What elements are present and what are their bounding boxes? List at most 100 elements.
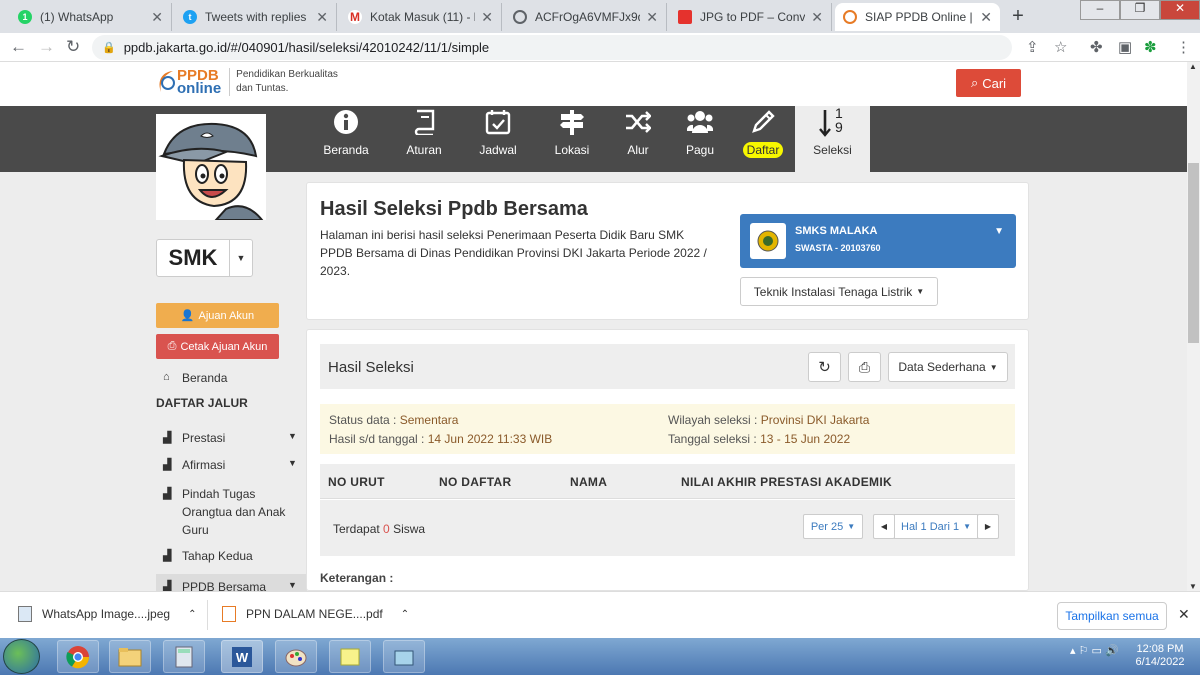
column-no-urut[interactable]: NO URUT bbox=[328, 475, 385, 489]
explorer-taskbar-icon[interactable] bbox=[109, 640, 151, 673]
sidebar-item-tahap-kedua[interactable]: ▟ Tahap Kedua bbox=[163, 549, 253, 563]
sidepanel-icon[interactable]: ▣ bbox=[1118, 38, 1132, 56]
show-all-downloads-button[interactable]: Tampilkan semua bbox=[1057, 602, 1167, 630]
url-input[interactable]: 🔒 ppdb.jakarta.go.id/#/040901/hasil/sele… bbox=[92, 35, 1012, 60]
sidebar-item-beranda[interactable]: ⌂ Beranda bbox=[163, 371, 227, 385]
new-tab-button[interactable]: + bbox=[1006, 5, 1030, 29]
window-controls: – ❐ ✕ bbox=[1080, 0, 1200, 20]
refresh-button[interactable]: ↻ bbox=[808, 352, 841, 382]
sort-numeric-icon bbox=[819, 110, 831, 137]
tab-acfr[interactable]: ACFrOgA6VMFJx9dzFN✕ bbox=[505, 3, 667, 31]
caret-down-icon: ▼ bbox=[288, 580, 297, 590]
app-taskbar-icon[interactable] bbox=[383, 640, 425, 673]
chevron-up-icon[interactable]: ⌃ bbox=[401, 609, 409, 620]
sidebar-item-prestasi[interactable]: ▟ Prestasi ▼ bbox=[163, 431, 297, 445]
close-icon[interactable]: ✕ bbox=[811, 9, 823, 26]
school-selector[interactable]: SMKS MALAKA SWASTA - 20103760 ▼ bbox=[740, 214, 1016, 268]
close-icon[interactable]: ✕ bbox=[1178, 606, 1190, 623]
calculator-taskbar-icon[interactable] bbox=[163, 640, 205, 673]
sticky-notes-taskbar-icon[interactable] bbox=[329, 640, 371, 673]
search-button[interactable]: ⌕ Cari bbox=[956, 69, 1021, 97]
nav-aturan[interactable]: Aturan bbox=[389, 106, 459, 172]
sidebar-item-pindah-tugas[interactable]: ▟ Pindah Tugas Orangtua dan Anak Guru bbox=[163, 485, 290, 539]
clock[interactable]: 12:08 PM 6/14/2022 bbox=[1130, 643, 1190, 669]
sidebar-item-ppdb-bersama[interactable]: ▟ PPDB Bersama ▼ bbox=[163, 580, 297, 591]
paint-taskbar-icon[interactable] bbox=[275, 640, 317, 673]
caret-down-icon: ▼ bbox=[288, 431, 297, 441]
close-icon[interactable]: ✕ bbox=[151, 9, 163, 26]
tab-jpg-to-pdf[interactable]: JPG to PDF – Convert JP✕ bbox=[670, 3, 832, 31]
menu-icon[interactable]: ⋮ bbox=[1176, 38, 1191, 56]
page-title: Hasil Seleksi Ppdb Bersama bbox=[320, 198, 588, 220]
tab-gmail[interactable]: M Kotak Masuk (11) - han✕ bbox=[340, 3, 502, 31]
minimize-button[interactable]: – bbox=[1080, 0, 1120, 20]
scroll-up-icon[interactable]: ▲ bbox=[1189, 62, 1197, 71]
nav-jadwal[interactable]: Jadwal bbox=[463, 106, 533, 172]
print-icon: ⎙ bbox=[858, 358, 871, 375]
level-dropdown[interactable]: SMK ▼ bbox=[156, 239, 253, 277]
next-page-button[interactable]: ▶ bbox=[977, 514, 999, 539]
ppdb-logo[interactable]: PPDB online Pendidikan Berkualitas dan Tun… bbox=[155, 68, 338, 96]
tab-whatsapp[interactable]: 1 (1) WhatsApp ✕ bbox=[10, 3, 172, 31]
close-icon[interactable]: ✕ bbox=[316, 9, 328, 26]
nav-pagu[interactable]: Pagu bbox=[665, 106, 735, 172]
nav-beranda[interactable]: Beranda bbox=[311, 106, 381, 172]
scroll-down-icon[interactable]: ▼ bbox=[1189, 582, 1197, 591]
share-icon[interactable]: ⇪ bbox=[1026, 38, 1039, 56]
column-nama[interactable]: NAMA bbox=[570, 475, 607, 489]
puzzle-icon[interactable]: ✤ bbox=[1090, 38, 1103, 56]
start-button[interactable] bbox=[3, 639, 40, 674]
calendar-icon bbox=[485, 110, 511, 135]
school-status: SWASTA - 20103760 bbox=[795, 243, 881, 253]
download-item-ppn-pdf[interactable]: PPN DALAM NEGE....pdf ⌃ bbox=[222, 606, 409, 622]
pdf-file-icon bbox=[222, 606, 236, 622]
tab-twitter[interactable]: t Tweets with replies by P✕ bbox=[175, 3, 337, 31]
reload-icon[interactable]: ↻ bbox=[66, 37, 80, 57]
chevron-up-icon[interactable]: ⌃ bbox=[188, 609, 196, 620]
caret-down-icon: ▼ bbox=[963, 522, 971, 531]
caret-down-icon: ▼ bbox=[994, 226, 1004, 237]
info-icon bbox=[334, 110, 358, 134]
close-icon[interactable]: ✕ bbox=[980, 9, 992, 26]
view-mode-dropdown[interactable]: Data Sederhana ▼ bbox=[888, 352, 1008, 382]
sidebar-item-afirmasi[interactable]: ▟ Afirmasi ▼ bbox=[163, 458, 297, 472]
prev-page-button[interactable]: ◀ bbox=[873, 514, 895, 539]
download-item-whatsapp-image[interactable]: WhatsApp Image....jpeg ⌃ bbox=[18, 606, 196, 622]
cetak-ajuan-akun-button[interactable]: ⎙ Cetak Ajuan Akun bbox=[156, 334, 279, 359]
road-icon: ▟ bbox=[163, 488, 172, 500]
nav-alur[interactable]: Alur bbox=[603, 106, 673, 172]
print-button[interactable]: ⎙ bbox=[848, 352, 881, 382]
close-icon[interactable]: ✕ bbox=[481, 9, 493, 26]
restore-button[interactable]: ❐ bbox=[1120, 0, 1160, 20]
road-icon: ▟ bbox=[163, 550, 172, 562]
column-nilai-akhir[interactable]: NILAI AKHIR PRESTASI AKADEMIK bbox=[681, 475, 892, 489]
nav-seleksi[interactable]: 1 9 Seleksi bbox=[795, 105, 870, 172]
page-dropdown[interactable]: Hal 1 Dari 1 ▼ bbox=[894, 514, 978, 539]
forward-icon[interactable]: → bbox=[38, 37, 55, 57]
column-no-daftar[interactable]: NO DAFTAR bbox=[439, 475, 511, 489]
info-panel: Hasil Seleksi Ppdb Bersama Halaman ini b… bbox=[306, 182, 1029, 320]
program-dropdown[interactable]: Teknik Instalasi Tenaga Listrik ▼ bbox=[740, 277, 938, 306]
vertical-scrollbar[interactable]: ▲ ▼ bbox=[1187, 62, 1200, 591]
tab-siap-ppdb[interactable]: SIAP PPDB Online | Pro✕ bbox=[835, 3, 1000, 31]
chrome-taskbar-icon[interactable] bbox=[57, 640, 99, 673]
search-icon: ⌕ bbox=[970, 75, 979, 90]
nav-daftar[interactable]: Daftar bbox=[728, 106, 798, 172]
per-page-dropdown[interactable]: Per 25 ▼ bbox=[803, 514, 863, 539]
record-count: Terdapat 0 Siswa bbox=[333, 522, 426, 536]
chevron-left-icon: ◀ bbox=[880, 522, 888, 531]
site-header: PPDB online Pendidikan Berkualitas dan Tun… bbox=[0, 62, 1187, 106]
back-icon[interactable]: ← bbox=[10, 37, 27, 57]
window-close-button[interactable]: ✕ bbox=[1160, 0, 1200, 20]
star-icon[interactable]: ☆ bbox=[1054, 38, 1067, 56]
word-taskbar-icon[interactable]: W bbox=[221, 640, 263, 673]
scrollbar-thumb[interactable] bbox=[1188, 163, 1199, 343]
table-footer: Terdapat 0 Siswa Per 25 ▼ ◀ Hal 1 Dari 1 ▼… bbox=[320, 500, 1015, 556]
tanggal-value: 13 - 15 Jun 2022 bbox=[760, 432, 851, 446]
nav-lokasi[interactable]: Lokasi bbox=[537, 106, 607, 172]
ajuan-akun-button[interactable]: 👤 Ajuan Akun bbox=[156, 303, 279, 328]
system-tray[interactable]: ▴ ⚐ ▭ 🔊 bbox=[1070, 644, 1119, 657]
close-icon[interactable]: ✕ bbox=[646, 9, 658, 26]
caret-down-icon: ▼ bbox=[989, 362, 998, 372]
extension-icon[interactable]: ✽ bbox=[1144, 38, 1157, 56]
